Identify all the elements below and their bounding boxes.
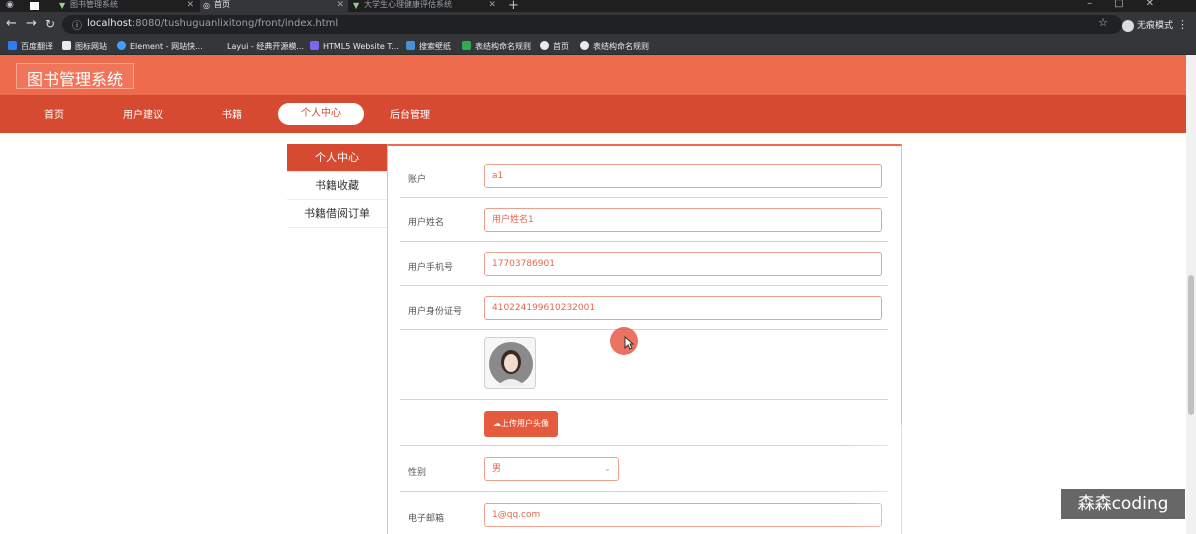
profile-form: 账户 a1 用户姓名 用户姓名1 用户手机号 17703786901 用户身份证… xyxy=(387,144,902,534)
side-item-borrow-orders[interactable]: 书籍借阅订单 xyxy=(287,200,387,228)
site-title: 图书管理系统 xyxy=(16,63,135,89)
incognito-icon xyxy=(1122,19,1134,32)
mouse-cursor-icon xyxy=(624,336,634,350)
bookmark-item[interactable]: 表结构命名规则 xyxy=(580,41,649,52)
bookmark-item[interactable]: Layui - 经典开源模... xyxy=(214,41,304,52)
phone-input[interactable]: 17703786901 xyxy=(484,252,882,276)
info-icon[interactable]: ⓘ xyxy=(72,17,82,32)
tab-library-system[interactable]: ▼ 图书管理系统 ✕ xyxy=(56,0,198,12)
bookmark-icon xyxy=(462,41,471,50)
bookmark-item[interactable]: 表结构命名规则 xyxy=(462,41,531,52)
nav-books[interactable]: 书籍 xyxy=(222,106,242,121)
profile-button[interactable]: 无痕模式 xyxy=(1122,18,1173,32)
gender-label: 性别 xyxy=(408,468,427,478)
account-row: 账户 a1 xyxy=(400,154,888,198)
bookmark-star-icon[interactable]: ☆ xyxy=(1098,16,1108,29)
close-tab-icon[interactable]: ✕ xyxy=(336,0,344,10)
chevron-down-icon: ⌄ xyxy=(604,464,611,473)
avatar-portrait-icon xyxy=(489,342,533,386)
site-header: 图书管理系统 xyxy=(0,55,1186,95)
bookmark-icon xyxy=(406,41,415,50)
bookmark-item[interactable]: HTML5 Website T... xyxy=(310,41,399,51)
upload-avatar-button[interactable]: ☁上传用户头像 xyxy=(484,411,558,437)
vue-icon: ▼ xyxy=(353,1,360,10)
browser-tab-bar: ◉ ▼ 图书管理系统 ✕ ◎ 首页 ✕ ▼ 大学生心理健康评估系统 ✕ + –□… xyxy=(0,0,1196,13)
vue-icon: ▼ xyxy=(59,1,66,10)
side-menu: 个人中心 书籍收藏 书籍借阅订单 xyxy=(287,144,387,228)
globe-icon: ◎ xyxy=(203,1,210,10)
page-scrollbar[interactable] xyxy=(1186,55,1196,534)
email-row: 电子邮箱 1@qq.com xyxy=(400,492,888,534)
bookmark-item[interactable]: 图标网站 xyxy=(62,41,107,52)
window-controls[interactable]: –□✕ xyxy=(1087,0,1176,9)
close-tab-icon[interactable]: ✕ xyxy=(488,0,496,10)
bookmark-icon xyxy=(62,41,71,50)
email-label: 电子邮箱 xyxy=(408,514,445,524)
cloud-upload-icon: ☁ xyxy=(493,419,501,428)
web-page: 图书管理系统 首页 用户建议 书籍 个人中心 后台管理 个人中心 书籍收藏 书籍… xyxy=(0,55,1186,534)
bookmark-item[interactable]: 首页 xyxy=(540,41,569,52)
nav-home[interactable]: 首页 xyxy=(44,106,64,121)
email-input[interactable]: 1@qq.com xyxy=(484,503,882,527)
nav-suggestions[interactable]: 用户建议 xyxy=(123,106,163,121)
bookmark-item[interactable]: 百度翻译 xyxy=(8,41,53,52)
account-label: 账户 xyxy=(408,175,427,185)
bookmark-icon xyxy=(580,41,589,50)
phone-row: 用户手机号 17703786901 xyxy=(400,242,888,286)
back-icon[interactable]: ← xyxy=(6,16,17,32)
reload-icon[interactable]: ↻ xyxy=(45,16,55,32)
avatar xyxy=(484,337,536,389)
main-navbar: 首页 用户建议 书籍 个人中心 后台管理 xyxy=(0,95,1186,133)
idcard-label: 用户身份证号 xyxy=(408,307,463,317)
name-label: 用户姓名 xyxy=(408,218,445,228)
bookmarks-bar: 百度翻译 图标网站 Element - 网站快... Layui - 经典开源模… xyxy=(0,38,1196,55)
side-item-book-favorites[interactable]: 书籍收藏 xyxy=(287,172,387,200)
nav-personal-center[interactable]: 个人中心 xyxy=(278,103,364,125)
bookmark-icon xyxy=(117,41,126,50)
tab-psych-system[interactable]: ▼ 大学生心理健康评估系统 ✕ xyxy=(350,0,500,12)
avatar-row xyxy=(400,330,888,400)
phone-label: 用户手机号 xyxy=(408,263,454,273)
bookmark-icon xyxy=(310,41,319,50)
side-item-personal-center[interactable]: 个人中心 xyxy=(287,144,387,172)
forward-icon[interactable]: → xyxy=(26,16,37,32)
bookmark-icon xyxy=(540,41,549,50)
name-row: 用户姓名 用户姓名1 xyxy=(400,198,888,242)
bookmark-icon xyxy=(214,41,223,50)
gender-row: 性别 男 ⌄ xyxy=(400,446,888,492)
account-input[interactable]: a1 xyxy=(484,164,882,188)
bookmark-item[interactable]: 搜索壁纸 xyxy=(406,41,451,52)
watermark: 森森coding xyxy=(1061,489,1185,519)
upload-row: ☁上传用户头像 xyxy=(400,400,888,446)
name-input[interactable]: 用户姓名1 xyxy=(484,208,882,232)
url-text: localhost:8080/tushuguanlixitong/front/i… xyxy=(87,18,339,29)
idcard-input[interactable]: 410224199610232001 xyxy=(484,296,882,320)
window-icon xyxy=(30,2,39,10)
tab-home[interactable]: ◎ 首页 ✕ xyxy=(200,0,348,12)
address-bar[interactable]: ⓘ localhost:8080/tushuguanlixitong/front… xyxy=(62,15,1122,34)
close-tab-icon[interactable]: ✕ xyxy=(186,0,194,10)
nav-admin[interactable]: 后台管理 xyxy=(390,106,430,121)
scrollbar-thumb[interactable] xyxy=(1188,275,1194,415)
browser-toolbar: ← → ↻ ⓘ localhost:8080/tushuguanlixitong… xyxy=(0,12,1196,38)
bookmark-icon xyxy=(8,41,17,50)
bookmark-item[interactable]: Element - 网站快... xyxy=(117,41,203,52)
gender-select[interactable]: 男 ⌄ xyxy=(484,457,619,481)
menu-icon[interactable]: ⋮ xyxy=(1177,18,1188,31)
idcard-row: 用户身份证号 410224199610232001 xyxy=(400,286,888,330)
